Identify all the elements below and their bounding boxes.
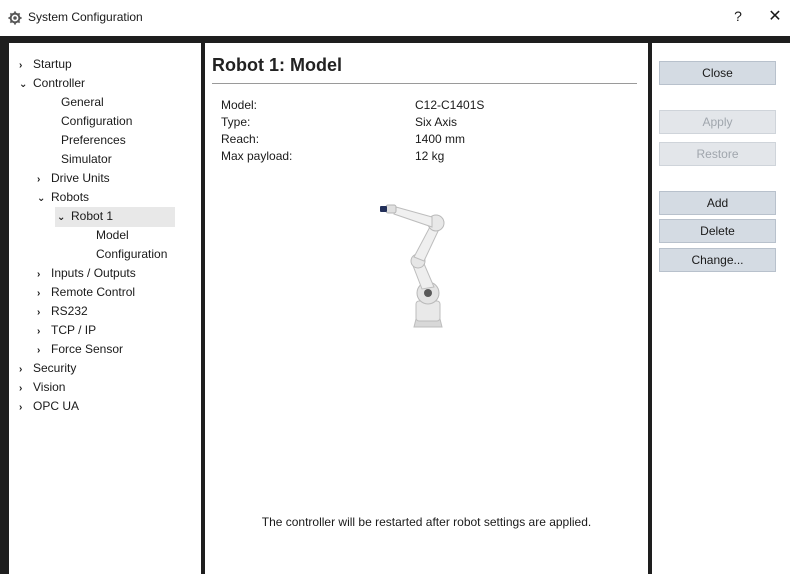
tree-item-label: Controller <box>33 76 86 90</box>
reach-label: Reach: <box>221 132 260 146</box>
type-label: Type: <box>221 115 251 129</box>
chevron-down-icon: ⌄ <box>19 79 28 90</box>
restart-note: The controller will be restarted after r… <box>261 515 592 529</box>
tree-item-label: Robot 1 <box>71 209 114 223</box>
tree-item-security[interactable]: › Security <box>19 359 76 377</box>
close-button[interactable]: Close <box>659 61 776 85</box>
window-frame: › Startup ⌄ Controller General Configurati… <box>0 36 790 574</box>
chevron-down-icon: ⌄ <box>57 212 66 223</box>
action-pane: Close Apply Restore Add Delete Change... <box>652 43 790 574</box>
tree-item-label: General <box>61 95 104 109</box>
tree-item-model[interactable]: Model <box>96 226 129 244</box>
tree-item-rs232[interactable]: › RS232 <box>37 302 88 320</box>
chevron-right-icon: › <box>19 60 23 71</box>
tree-item-remote-control[interactable]: › Remote Control <box>37 283 135 301</box>
tree-item-tcp-ip[interactable]: › TCP / IP <box>37 321 96 339</box>
tree-item-inputs-outputs[interactable]: › Inputs / Outputs <box>37 264 136 282</box>
tree-item-label: Vision <box>33 380 66 394</box>
tree-item-label: Startup <box>33 57 72 71</box>
reach-value: 1400 mm <box>415 132 466 146</box>
tree-item-controller[interactable]: ⌄ Controller <box>19 74 85 92</box>
tree-item-robots[interactable]: ⌄ Robots <box>37 188 89 206</box>
model-label: Model: <box>221 98 258 112</box>
tree-item-label: Drive Units <box>51 171 110 185</box>
window-title: System Configuration <box>28 10 143 24</box>
chevron-down-icon: ⌄ <box>37 193 46 204</box>
chevron-right-icon: › <box>37 326 41 337</box>
gear-icon <box>8 11 22 25</box>
tree-item-force-sensor[interactable]: › Force Sensor <box>37 340 123 358</box>
tree-item-label: OPC UA <box>33 399 80 413</box>
tree-item-label: Robots <box>51 190 90 204</box>
tree-item-robot-1[interactable]: ⌄ Robot 1 <box>55 207 175 227</box>
tree-item-general[interactable]: General <box>61 93 104 111</box>
chevron-right-icon: › <box>37 345 41 356</box>
tree-item-label: Configuration <box>96 247 168 261</box>
delete-button[interactable]: Delete <box>659 219 776 243</box>
content-pane: Robot 1: Model Model: C12-C1401S Type: S… <box>205 43 648 574</box>
tree-item-startup[interactable]: › Startup <box>19 55 72 73</box>
page-title: Robot 1: Model <box>212 55 342 75</box>
model-value: C12-C1401S <box>415 98 485 112</box>
chevron-right-icon: › <box>19 383 23 394</box>
tree-item-label: Preferences <box>61 133 126 147</box>
tree-item-label: TCP / IP <box>51 323 97 337</box>
navigation-pane: › Startup ⌄ Controller General Configurati… <box>9 43 201 574</box>
restore-button[interactable]: Restore <box>659 142 776 166</box>
payload-value: 12 kg <box>415 149 445 163</box>
chevron-right-icon: › <box>19 402 23 413</box>
tree-item-drive-units[interactable]: › Drive Units <box>37 169 110 187</box>
tree-item-label: Model <box>96 228 129 242</box>
chevron-right-icon: › <box>37 269 41 280</box>
tree-item-preferences[interactable]: Preferences <box>61 131 126 149</box>
tree-item-robot-configuration[interactable]: Configuration <box>96 245 167 263</box>
tree-item-label: Configuration <box>61 114 133 128</box>
tree-item-label: Simulator <box>61 152 112 166</box>
payload-label: Max payload: <box>221 149 293 163</box>
chevron-right-icon: › <box>37 288 41 299</box>
tree-item-vision[interactable]: › Vision <box>19 378 65 396</box>
tree-item-opc-ua[interactable]: › OPC UA <box>19 397 79 415</box>
apply-button[interactable]: Apply <box>659 110 776 134</box>
tree-item-simulator[interactable]: Simulator <box>61 150 112 168</box>
tree-item-label: Inputs / Outputs <box>51 266 136 280</box>
type-value: Six Axis <box>415 115 458 129</box>
tree-item-configuration[interactable]: Configuration <box>61 112 132 130</box>
tree-item-label: Force Sensor <box>51 342 124 356</box>
chevron-right-icon: › <box>37 174 41 185</box>
add-button[interactable]: Add <box>659 191 776 215</box>
chevron-right-icon: › <box>37 307 41 318</box>
close-window-button[interactable]: ✕ <box>764 6 786 26</box>
change-button[interactable]: Change... <box>659 248 776 272</box>
chevron-right-icon: › <box>19 364 23 375</box>
title-bar: System Configuration ? ✕ <box>0 0 790 36</box>
tree-item-label: RS232 <box>51 304 88 318</box>
robot-arm-image <box>380 204 445 328</box>
tree-item-label: Remote Control <box>51 285 136 299</box>
tree-item-label: Security <box>33 361 77 375</box>
title-divider <box>212 83 637 84</box>
help-button[interactable]: ? <box>728 8 748 24</box>
